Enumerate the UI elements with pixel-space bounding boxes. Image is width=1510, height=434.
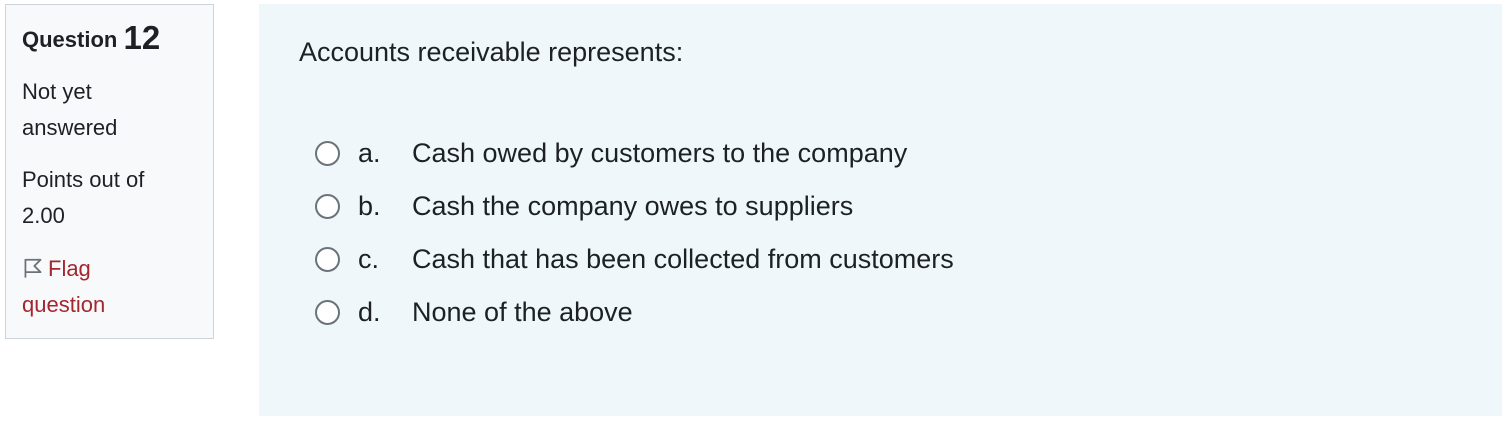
answer-option-b[interactable]: b. Cash the company owes to suppliers xyxy=(315,180,954,233)
answer-options: a. Cash owed by customers to the company… xyxy=(315,127,954,339)
flag-line-2: question xyxy=(22,292,106,317)
radio-button-c[interactable] xyxy=(315,247,340,272)
flag-line-1: Flag xyxy=(48,256,91,281)
question-label: Question xyxy=(22,27,118,52)
option-letter: d. xyxy=(358,297,381,327)
option-letter: a. xyxy=(358,138,381,168)
grade-line-1: Points out of xyxy=(22,167,145,192)
flag-question-link[interactable]: Flag question xyxy=(22,251,197,323)
answer-option-c[interactable]: c. Cash that has been collected from cus… xyxy=(315,233,954,286)
question-grade: Points out of 2.00 xyxy=(22,162,197,234)
option-text[interactable]: Cash that has been collected from custom… xyxy=(412,244,954,275)
question-number: 12 xyxy=(123,19,161,56)
option-text[interactable]: None of the above xyxy=(412,297,633,328)
question-content: Accounts receivable represents: a. Cash … xyxy=(259,4,1502,416)
grade-line-2: 2.00 xyxy=(22,203,65,228)
radio-button-b[interactable] xyxy=(315,194,340,219)
question-text: Accounts receivable represents: xyxy=(299,37,684,67)
radio-button-a[interactable] xyxy=(315,141,340,166)
question-title: Question 12 xyxy=(22,21,197,57)
state-line-1: Not yet xyxy=(22,79,92,104)
option-letter: b. xyxy=(358,191,381,221)
option-text[interactable]: Cash owed by customers to the company xyxy=(412,138,907,169)
state-line-2: answered xyxy=(22,115,118,140)
radio-button-d[interactable] xyxy=(315,300,340,325)
answer-option-a[interactable]: a. Cash owed by customers to the company xyxy=(315,127,954,180)
option-letter: c. xyxy=(358,244,380,274)
option-text[interactable]: Cash the company owes to suppliers xyxy=(412,191,853,222)
question-info-panel: Question 12 Not yet answered Points out … xyxy=(5,4,214,339)
flag-icon xyxy=(24,258,42,278)
question-state: Not yet answered xyxy=(22,74,197,146)
answer-option-d[interactable]: d. None of the above xyxy=(315,286,954,339)
